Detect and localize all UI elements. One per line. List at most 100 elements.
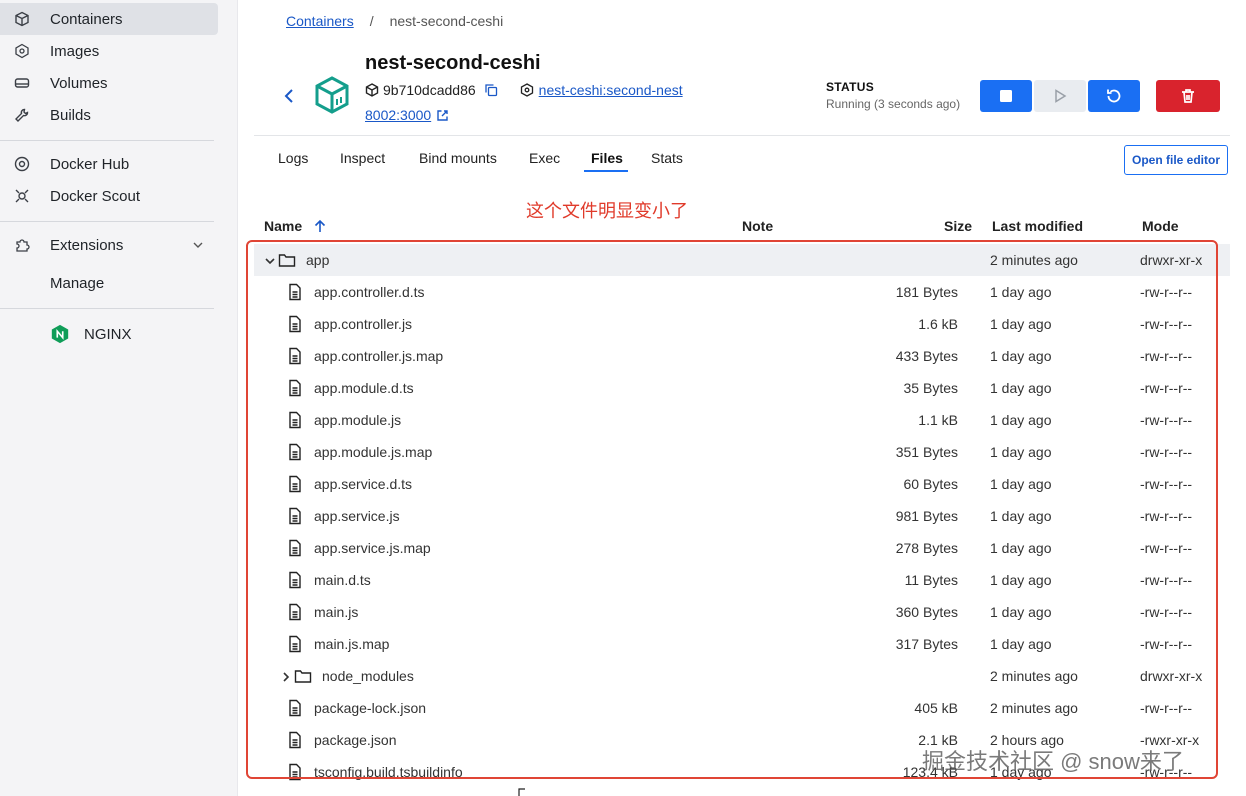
file-size: 1.1 kB (918, 412, 958, 428)
file-name: app.service.js (314, 508, 400, 524)
table-row[interactable]: app.module.js 1.1 kB 1 day ago -rw-r--r-- (254, 404, 1230, 436)
table-row[interactable]: main.d.ts 11 Bytes 1 day ago -rw-r--r-- (254, 564, 1230, 596)
file-name: package.json (314, 732, 397, 748)
tab-inspect[interactable]: Inspect (340, 150, 385, 166)
sidebar-item-label: Containers (50, 10, 123, 28)
copy-icon[interactable] (484, 83, 498, 97)
sidebar-item-label: Docker Hub (50, 155, 130, 173)
image-icon (12, 41, 32, 61)
file-mode: -rw-r--r-- (1140, 476, 1193, 492)
container-cube-icon (315, 76, 349, 114)
column-header-last-modified[interactable]: Last modified (992, 218, 1083, 234)
file-name: app.controller.js.map (314, 348, 444, 364)
file-size: 317 Bytes (895, 636, 958, 652)
file-name: package-lock.json (314, 700, 427, 716)
back-arrow-icon[interactable] (280, 86, 298, 106)
external-link-icon[interactable] (436, 109, 449, 122)
column-header-mode[interactable]: Mode (1142, 218, 1179, 234)
sidebar-item-images[interactable]: Images (0, 35, 218, 67)
file-mode: -rw-r--r-- (1140, 540, 1193, 556)
file-mode: -rw-r--r-- (1140, 508, 1193, 524)
open-file-editor-button[interactable]: Open file editor (1124, 145, 1228, 175)
file-icon (286, 443, 304, 461)
breadcrumb-current: nest-second-ceshi (389, 13, 504, 29)
container-id: 9b710dcadd86 (383, 82, 476, 98)
sidebar-item-label: Images (50, 42, 100, 60)
container-name: nest-second-ceshi (365, 52, 541, 74)
table-row[interactable]: main.js.map 317 Bytes 1 day ago -rw-r--r-- (254, 628, 1230, 660)
file-icon (286, 507, 304, 525)
table-row[interactable]: app.controller.d.ts 181 Bytes 1 day ago -rw… (254, 276, 1230, 308)
file-size: 360 Bytes (895, 604, 958, 620)
tab-files[interactable]: Files (591, 150, 623, 166)
sidebar-item-manage[interactable]: Manage (0, 267, 218, 299)
file-modified: 2 minutes ago (990, 668, 1078, 684)
chevron-down-icon[interactable] (190, 237, 206, 253)
breadcrumb-link-containers[interactable]: Containers (286, 13, 354, 29)
column-header-size[interactable]: Size (944, 218, 972, 234)
stop-icon (1000, 90, 1012, 102)
file-icon (286, 411, 304, 429)
chevron-right-icon[interactable] (280, 670, 292, 682)
table-row[interactable]: app.module.d.ts 35 Bytes 1 day ago -rw-r--r… (254, 372, 1230, 404)
column-header-name[interactable]: Name (264, 218, 302, 234)
file-mode: drwxr-xr-x (1140, 252, 1203, 268)
sidebar-item-label: Volumes (50, 74, 108, 92)
sidebar-divider (0, 140, 214, 141)
image-link[interactable]: nest-ceshi:second-nest (539, 82, 683, 98)
sidebar-item-label: NGINX (84, 325, 132, 343)
sidebar-item-containers[interactable]: Containers (0, 3, 218, 35)
file-size: 278 Bytes (895, 540, 958, 556)
sidebar-item-docker-hub[interactable]: Docker Hub (0, 148, 218, 180)
table-row[interactable]: app.module.js.map 351 Bytes 1 day ago -rw-r… (254, 436, 1230, 468)
file-name: tsconfig.build.tsbuildinfo (314, 764, 463, 780)
file-icon (286, 379, 304, 397)
active-tab-indicator (584, 170, 628, 172)
column-header-note: Note (742, 218, 774, 234)
file-icon (286, 699, 304, 717)
cube-icon (365, 83, 379, 97)
sidebar-item-builds[interactable]: Builds (0, 99, 218, 131)
table-row[interactable]: app 2 minutes ago drwxr-xr-x (254, 244, 1230, 276)
file-size: 1.6 kB (918, 316, 958, 332)
file-name: node_modules (322, 668, 414, 684)
sidebar-item-extensions[interactable]: Extensions (0, 229, 218, 261)
table-row[interactable]: app.service.js 981 Bytes 1 day ago -rw-r--r… (254, 500, 1230, 532)
file-name: app.service.js.map (314, 540, 431, 556)
table-row[interactable]: app.controller.js.map 433 Bytes 1 day ago -… (254, 340, 1230, 372)
sort-ascending-icon[interactable] (313, 218, 327, 234)
file-mode: -rw-r--r-- (1140, 380, 1193, 396)
restart-icon (1107, 89, 1121, 103)
file-name: main.js.map (314, 636, 390, 652)
table-row[interactable]: app.service.d.ts 60 Bytes 1 day ago -rw-r--… (254, 468, 1230, 500)
delete-button[interactable] (1156, 80, 1220, 112)
table-row[interactable]: main.js 360 Bytes 1 day ago -rw-r--r-- (254, 596, 1230, 628)
status-label: STATUS (826, 80, 875, 94)
tab-logs[interactable]: Logs (278, 150, 308, 166)
watermark: 掘金技术社区 @ snow来了 (922, 749, 1184, 774)
table-row[interactable]: app.controller.js 1.6 kB 1 day ago -rw-r--r… (254, 308, 1230, 340)
file-size: 981 Bytes (895, 508, 958, 524)
table-row[interactable]: package-lock.json 405 kB 2 minutes ago -rw-… (254, 692, 1230, 724)
port-link[interactable]: 8002:3000 (365, 107, 449, 123)
file-modified: 2 minutes ago (990, 252, 1078, 268)
tab-exec[interactable]: Exec (529, 150, 560, 166)
start-button[interactable] (1034, 80, 1086, 112)
tab-bind-mounts[interactable]: Bind mounts (419, 150, 497, 166)
tab-stats[interactable]: Stats (651, 150, 683, 166)
file-size: 405 kB (914, 700, 958, 716)
restart-button[interactable] (1088, 80, 1140, 112)
table-row[interactable]: app.service.js.map 278 Bytes 1 day ago -rw-… (254, 532, 1230, 564)
port-link-text[interactable]: 8002:3000 (365, 107, 431, 123)
table-row[interactable]: node_modules 2 minutes ago drwxr-xr-x (254, 660, 1230, 692)
sidebar-item-volumes[interactable]: Volumes (0, 67, 218, 99)
stop-button[interactable] (980, 80, 1032, 112)
play-icon (1055, 89, 1067, 103)
chevron-down-icon[interactable] (264, 254, 276, 266)
file-mode: -rw-r--r-- (1140, 636, 1193, 652)
breadcrumb: Containers / nest-second-ceshi (286, 13, 503, 29)
sidebar-item-label: Extensions (50, 236, 124, 254)
file-mode: -rw-r--r-- (1140, 604, 1193, 620)
sidebar-item-nginx[interactable]: NGINX (0, 318, 218, 350)
sidebar-item-docker-scout[interactable]: Docker Scout (0, 180, 218, 212)
